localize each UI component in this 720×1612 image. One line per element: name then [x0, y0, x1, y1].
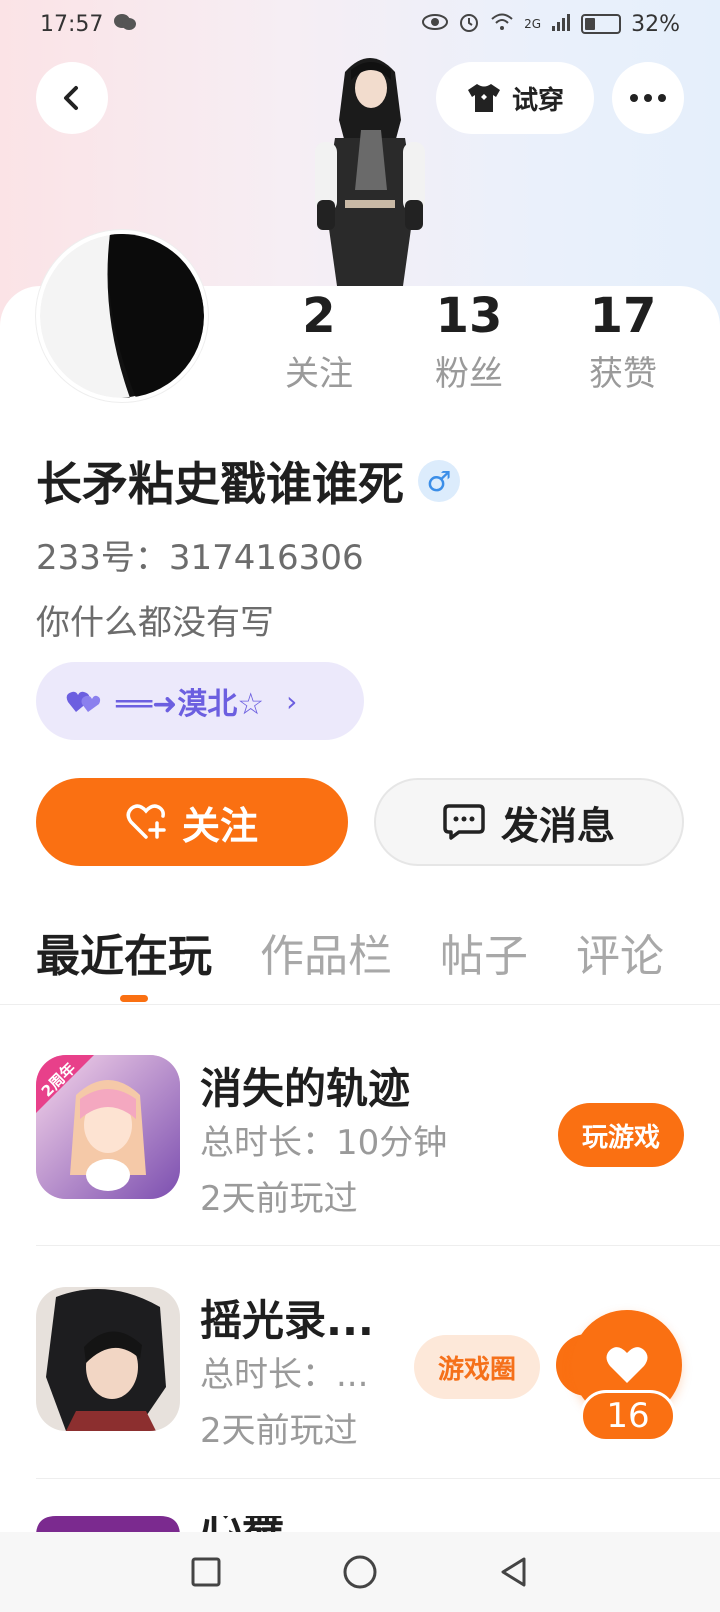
username-row: 长矛粘史戳谁谁死 ♂: [36, 448, 460, 514]
tab-posts[interactable]: 帖子: [440, 920, 528, 982]
avatar[interactable]: [36, 230, 208, 402]
battery-level: 32%: [631, 11, 680, 37]
play-game-button[interactable]: 玩游戏: [558, 1103, 684, 1167]
stat-fans-value: 13: [435, 288, 503, 344]
game-name: 消失的轨迹: [200, 1064, 411, 1113]
profile-tag-pill[interactable]: ══➜漠北☆ ›: [36, 662, 364, 740]
row-divider: [36, 1478, 720, 1479]
male-gender-icon: ♂: [418, 460, 460, 502]
system-navigation-bar: [0, 1532, 720, 1612]
row-divider: [36, 1245, 720, 1246]
game-icon-xiaoshi[interactable]: 2周年: [36, 1055, 180, 1199]
stat-likes[interactable]: 17 获赞: [568, 290, 678, 398]
username: 长矛粘史戳谁谁死: [36, 457, 404, 511]
send-message-label: 发消息: [500, 803, 615, 848]
try-on-button[interactable]: 试穿: [436, 62, 594, 134]
profile-tag-text: ══➜漠北☆: [116, 687, 265, 722]
status-right: 2G 32%: [422, 11, 680, 38]
stat-likes-label: 获赞: [589, 354, 657, 394]
stat-following[interactable]: 2 关注: [264, 290, 374, 398]
double-heart-icon: [66, 691, 101, 712]
profile-tabs: 最近在玩 作品栏 帖子 评论: [36, 920, 720, 982]
stat-following-value: 2: [302, 288, 336, 344]
stat-following-label: 关注: [285, 354, 353, 394]
account-id: 233号：317416306: [36, 538, 364, 578]
follow-button[interactable]: 关注: [36, 778, 348, 866]
try-on-label: 试穿: [511, 85, 564, 116]
bio-text: 你什么都没有写: [36, 603, 274, 643]
tab-works[interactable]: 作品栏: [260, 920, 392, 982]
back-button[interactable]: [36, 62, 108, 134]
active-tab-indicator: [120, 995, 148, 1002]
status-bar: 17:57 2G 32%: [0, 0, 720, 48]
tab-comments[interactable]: 评论: [576, 920, 664, 982]
stat-fans[interactable]: 13 粉丝: [414, 290, 524, 398]
eye-icon: [422, 12, 449, 36]
more-dots-icon: [630, 94, 666, 102]
recent-apps-icon[interactable]: [190, 1556, 222, 1588]
game-row[interactable]: 2周年 消失的轨迹 总时长：10分钟 2天前玩过 玩游戏: [36, 1055, 720, 1219]
send-message-button[interactable]: 发消息: [374, 778, 684, 866]
alarm-icon: [458, 11, 480, 38]
stat-fans-label: 粉丝: [435, 354, 503, 394]
signal-icon: [551, 12, 571, 37]
wifi-icon: [490, 12, 514, 37]
game-circle-button[interactable]: 游戏圈: [414, 1335, 540, 1399]
home-icon[interactable]: [342, 1554, 378, 1590]
game-icon-yaoguang[interactable]: [36, 1287, 180, 1431]
game-last-played: 2天前玩过: [200, 1179, 358, 1219]
back-nav-icon[interactable]: [498, 1556, 530, 1588]
chevron-left-icon: [64, 86, 78, 110]
more-options-button[interactable]: [612, 62, 684, 134]
game-last-played: 2天前玩过: [200, 1411, 358, 1451]
status-time: 17:57: [40, 11, 104, 37]
chat-bubble-icon: [443, 804, 485, 840]
game-duration: 总时长：10分钟: [200, 1123, 448, 1163]
game-duration: 总时长：...: [200, 1355, 369, 1395]
avatar-image: [40, 234, 204, 398]
game-name: 摇光录...: [200, 1296, 374, 1345]
tab-recently-played[interactable]: 最近在玩: [36, 920, 212, 982]
status-left: 17:57: [40, 12, 137, 37]
battery-icon: [581, 14, 622, 34]
stat-likes-value: 17: [589, 288, 657, 344]
heart-plus-icon: [126, 804, 166, 839]
heart-icon: [606, 1347, 648, 1383]
like-count: 16: [580, 1390, 676, 1442]
3d-avatar-figure[interactable]: [305, 50, 435, 286]
chevron-right-icon: ›: [286, 684, 298, 718]
wechat-icon: [113, 12, 137, 37]
follow-label: 关注: [181, 803, 258, 848]
tshirt-icon: [467, 84, 500, 112]
network-type: 2G: [524, 17, 542, 31]
tabs-divider: [0, 1004, 720, 1005]
